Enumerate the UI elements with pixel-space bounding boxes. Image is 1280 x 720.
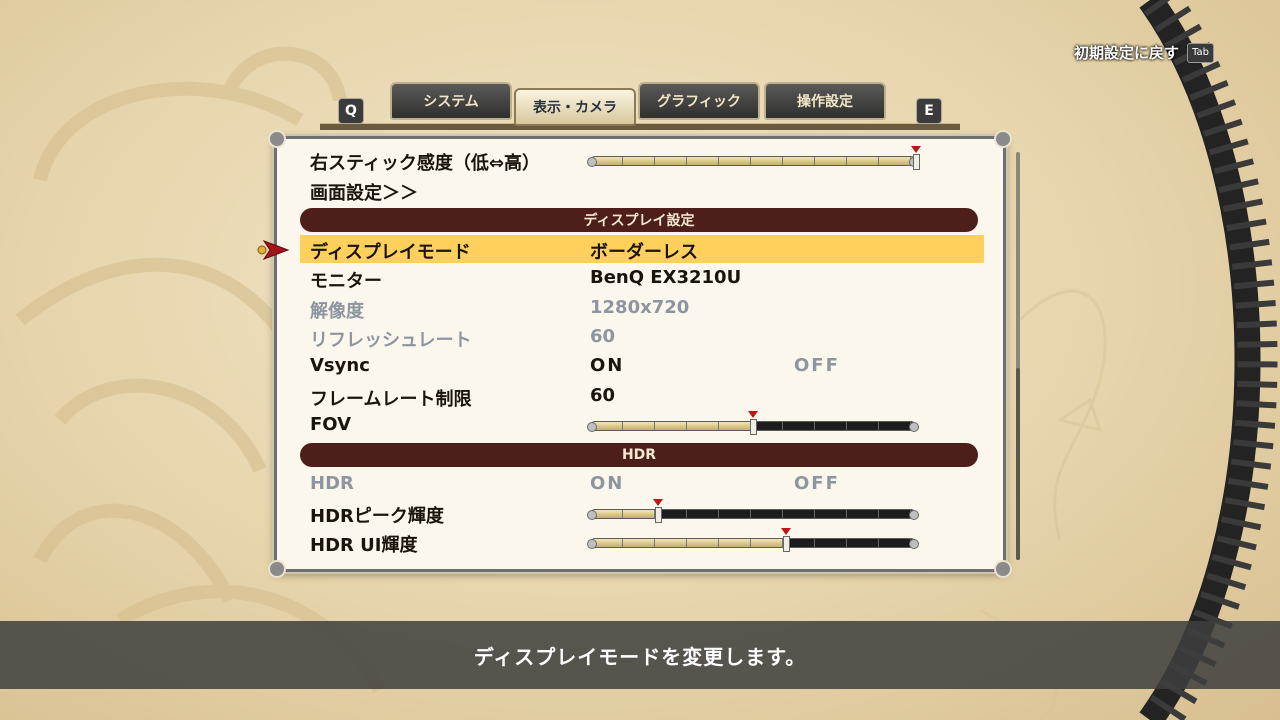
- fov-slider[interactable]: [587, 411, 919, 435]
- setting-label: HDR: [310, 473, 354, 494]
- setting-screen-settings-link[interactable]: 画面設定＞＞: [300, 176, 984, 204]
- display-mode-value[interactable]: ボーダーレス: [590, 238, 698, 264]
- panel-corner-ornament: [994, 560, 1012, 578]
- setting-monitor[interactable]: モニター BenQ EX3210U: [300, 264, 984, 292]
- section-header-display: ディスプレイ設定: [300, 208, 978, 232]
- setting-label: HDR UI輝度: [310, 535, 418, 556]
- selection-cursor-icon: [257, 239, 290, 261]
- resolution-value: 1280x720: [590, 297, 690, 318]
- hdr-ui-brightness-slider[interactable]: [587, 528, 919, 552]
- setting-label: リフレッシュレート: [310, 330, 472, 351]
- slider-knob[interactable]: [750, 419, 757, 435]
- slider-knob[interactable]: [782, 536, 790, 552]
- vsync-on-option[interactable]: ON: [590, 355, 624, 376]
- tab-display-camera[interactable]: 表示・カメラ: [514, 88, 636, 126]
- setting-display-mode[interactable]: ディスプレイモード ボーダーレス: [300, 235, 984, 263]
- setting-right-stick-sensitivity[interactable]: 右スティック感度（低⇔高）: [300, 146, 984, 174]
- tab-graphics[interactable]: グラフィック: [638, 82, 760, 120]
- setting-fov[interactable]: FOV: [300, 411, 984, 439]
- scrollbar-thumb[interactable]: [1016, 368, 1020, 560]
- panel-corner-ornament: [994, 130, 1012, 148]
- hdr-peak-brightness-slider[interactable]: [587, 499, 919, 523]
- monitor-value[interactable]: BenQ EX3210U: [590, 267, 741, 288]
- reset-defaults-label: 初期設定に戻す: [1074, 44, 1180, 62]
- slider-knob[interactable]: [913, 154, 920, 170]
- tab-system[interactable]: システム: [390, 82, 512, 120]
- settings-scrollbar[interactable]: [1016, 152, 1020, 560]
- setting-label: 画面設定＞＞: [310, 183, 418, 204]
- slider-marker-icon: [653, 499, 664, 506]
- help-hint-bar: ディスプレイモードを変更します。: [0, 621, 1280, 689]
- gear-ring-decoration: [1139, 0, 1278, 720]
- slider-marker-icon: [911, 146, 921, 153]
- settings-tab-bar: Q システム 表示・カメラ グラフィック 操作設定 E: [320, 78, 960, 130]
- e-key-icon[interactable]: E: [916, 98, 942, 124]
- panel-corner-ornament: [268, 130, 286, 148]
- right-stick-sensitivity-slider[interactable]: [587, 146, 921, 170]
- setting-label: 解像度: [310, 301, 364, 322]
- setting-hdr-ui-brightness[interactable]: HDR UI輝度: [300, 528, 984, 556]
- tab-key-icon: Tab: [1187, 42, 1214, 63]
- tab-controls[interactable]: 操作設定: [764, 82, 886, 120]
- hdr-off-option: OFF: [794, 473, 840, 494]
- setting-label: HDRピーク輝度: [310, 506, 444, 527]
- setting-label: FOV: [310, 414, 352, 435]
- q-key-icon[interactable]: Q: [338, 98, 364, 124]
- setting-hdr: HDR ON OFF: [300, 470, 984, 498]
- setting-label: 右スティック感度（低⇔高）: [310, 153, 541, 174]
- slider-marker-icon: [748, 411, 758, 418]
- slider-marker-icon: [780, 528, 791, 535]
- setting-refresh-rate: リフレッシュレート 60: [300, 323, 984, 351]
- setting-label: Vsync: [310, 355, 370, 376]
- help-hint-text: ディスプレイモードを変更します。: [473, 644, 807, 669]
- setting-vsync[interactable]: Vsync ON OFF: [300, 352, 984, 380]
- frame-rate-limit-value[interactable]: 60: [590, 385, 615, 406]
- setting-resolution: 解像度 1280x720: [300, 294, 984, 322]
- refresh-rate-value: 60: [590, 326, 616, 347]
- setting-hdr-peak-brightness[interactable]: HDRピーク輝度: [300, 499, 984, 527]
- panel-corner-ornament: [268, 560, 286, 578]
- tab-rail: [320, 123, 960, 130]
- slider-knob[interactable]: [655, 507, 663, 523]
- setting-label: ディスプレイモード: [310, 242, 471, 263]
- section-header-hdr: HDR: [300, 443, 978, 467]
- setting-frame-rate-limit[interactable]: フレームレート制限 60: [300, 382, 984, 410]
- vsync-off-option[interactable]: OFF: [794, 355, 840, 376]
- reset-defaults-button[interactable]: 初期設定に戻す Tab: [1074, 42, 1214, 63]
- setting-label: モニター: [310, 271, 382, 292]
- setting-label: フレームレート制限: [310, 389, 472, 410]
- hdr-on-option: ON: [590, 473, 625, 494]
